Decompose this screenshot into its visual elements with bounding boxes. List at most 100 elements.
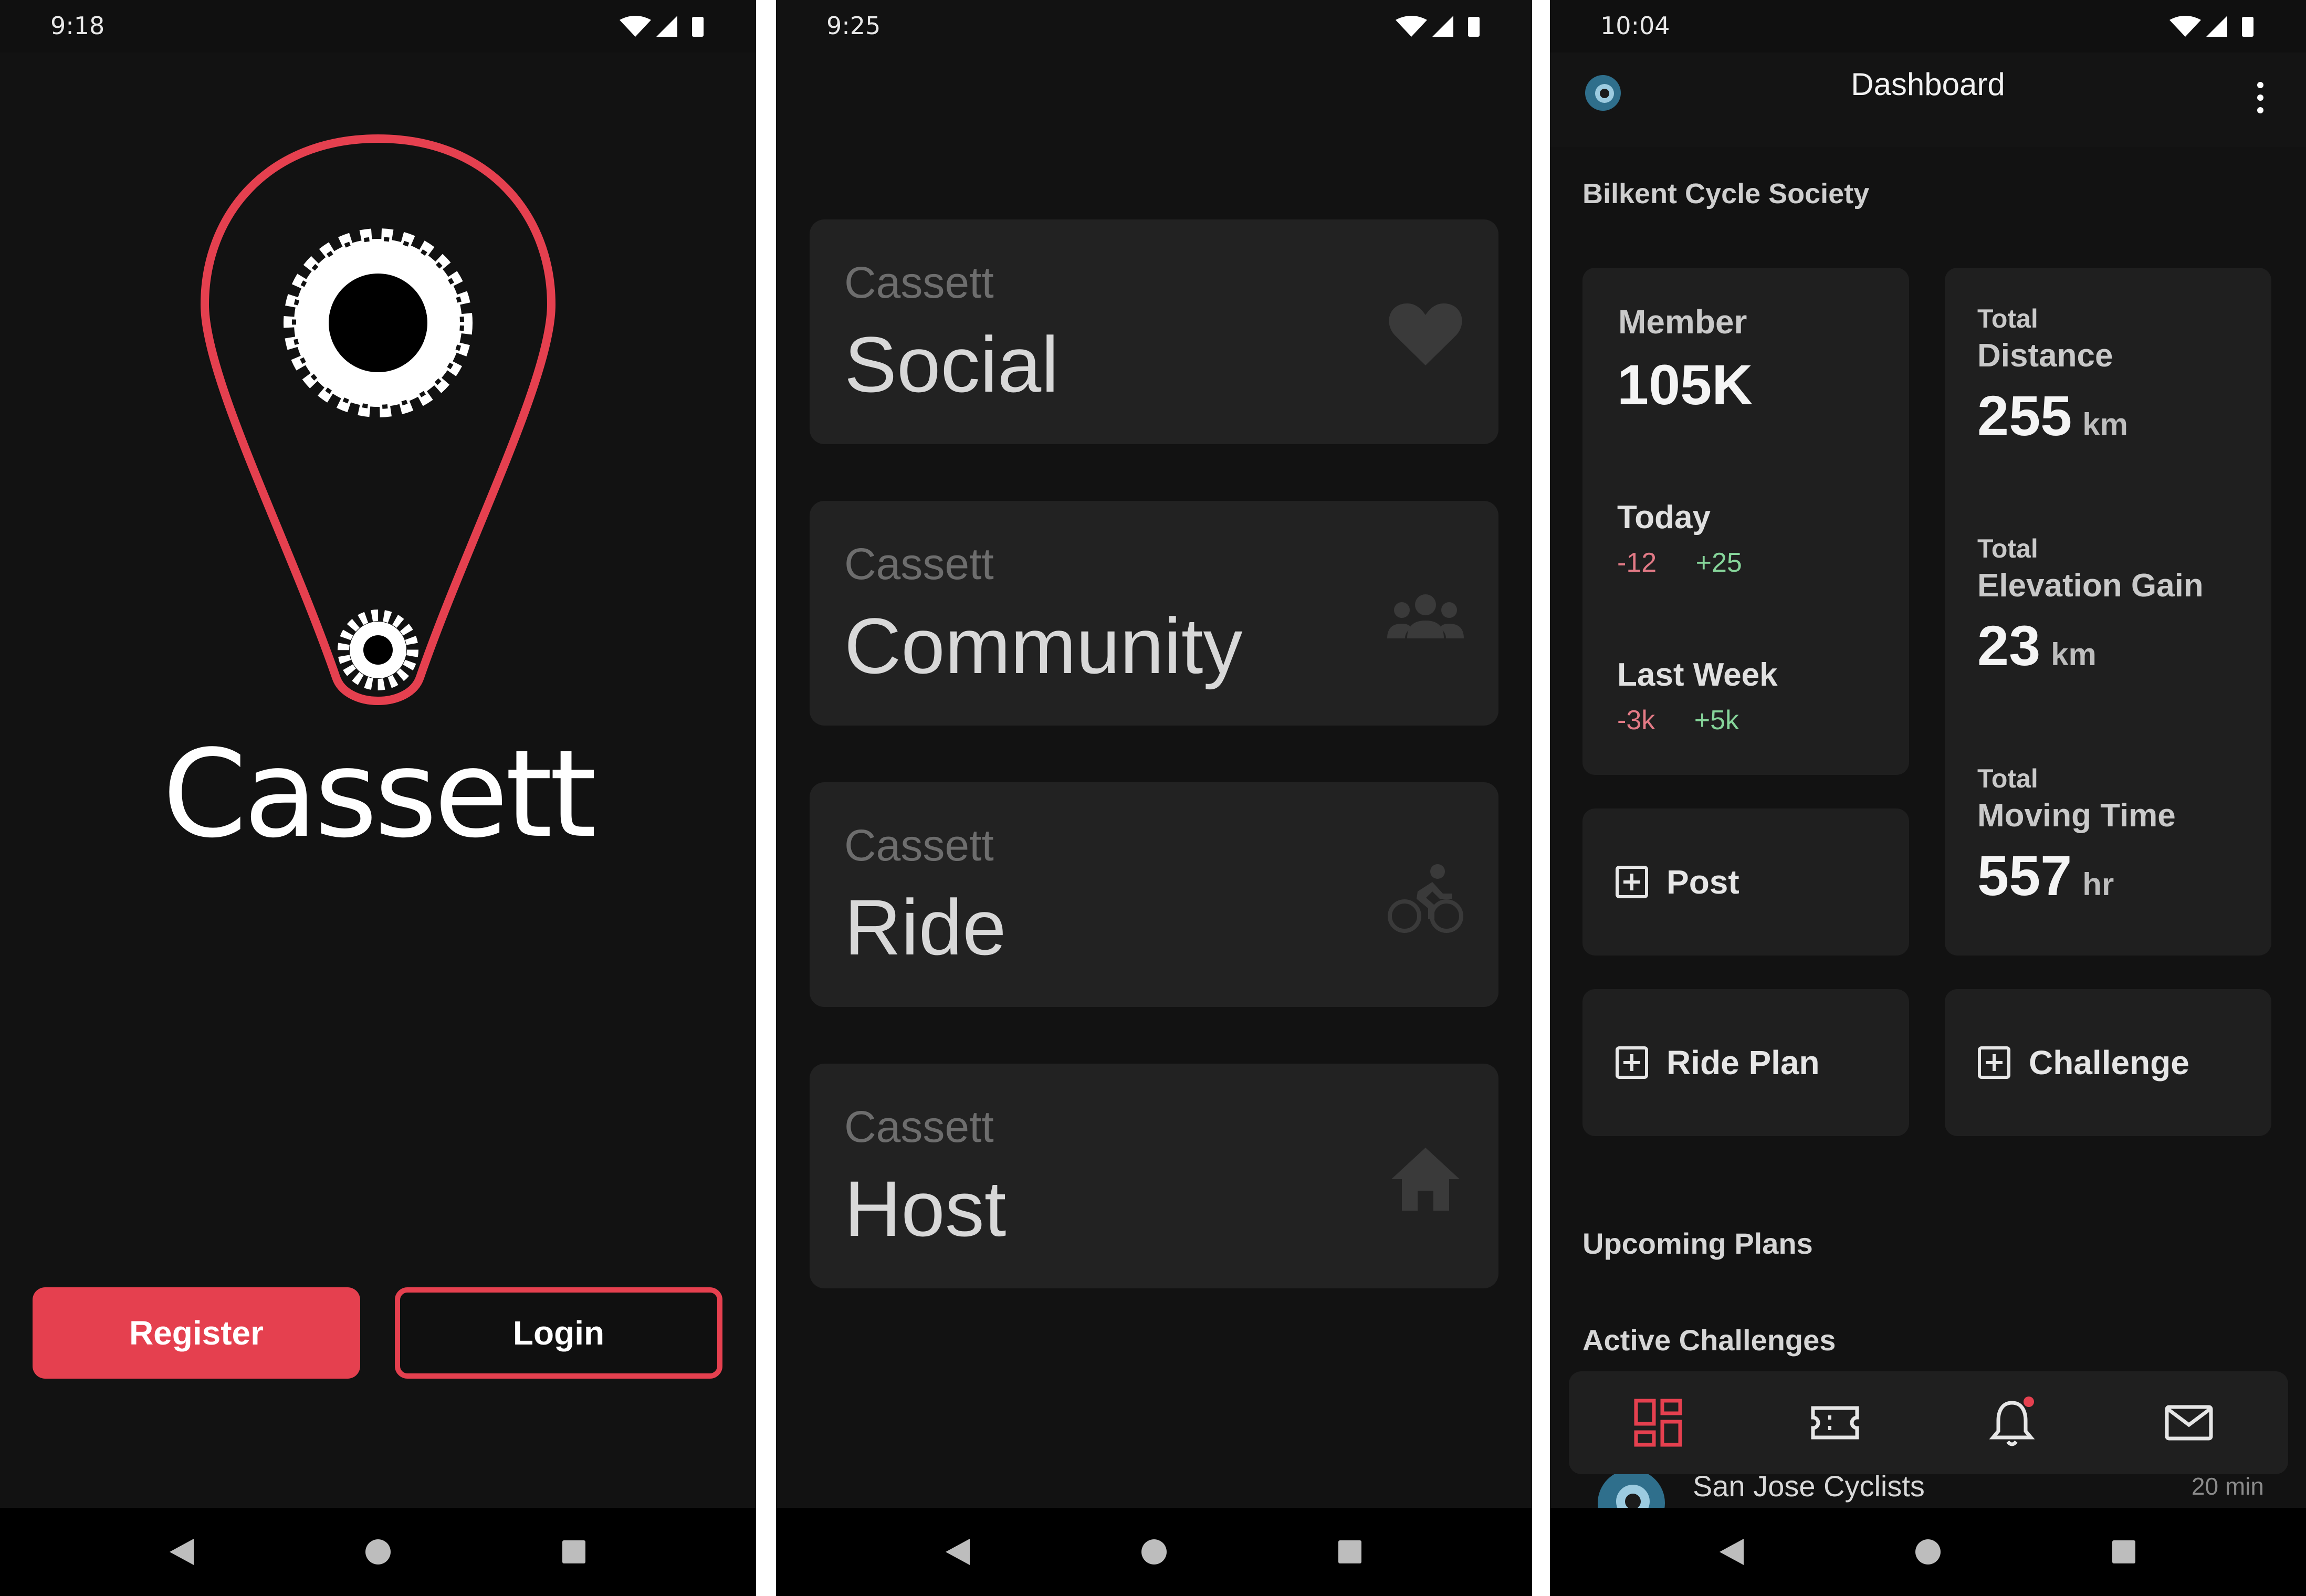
mode-card-ride[interactable]: Cassett Ride (810, 782, 1498, 1007)
stat-unit: km (2051, 637, 2097, 672)
mode-card-community[interactable]: Cassett Community (810, 501, 1498, 726)
card-title: Community (844, 602, 1243, 690)
post-button[interactable]: Post (1582, 808, 1909, 956)
login-screen: 9:18 Cassett Register Login (0, 0, 756, 1596)
ride-plan-label: Ride Plan (1666, 1044, 1820, 1082)
signal-icon (1432, 16, 1453, 37)
home-circle-icon[interactable] (1140, 1538, 1168, 1566)
status-icons (1396, 16, 1480, 37)
back-icon[interactable] (1718, 1538, 1745, 1566)
home-circle-icon[interactable] (1914, 1538, 1942, 1566)
notification-bell-icon[interactable] (1986, 1396, 2038, 1449)
cassett-logo (200, 134, 556, 705)
dashboard-icon[interactable] (1632, 1396, 1684, 1449)
ticket-icon[interactable] (1809, 1396, 1861, 1449)
stat-label: Elevation Gain (1977, 568, 2204, 604)
status-icons (2169, 16, 2253, 37)
last-week-label: Last Week (1617, 657, 1778, 693)
mode-select-screen: 9:25 Cassett Social Cassett Community Ca… (776, 0, 1532, 1596)
stat-unit: km (2082, 407, 2128, 442)
wifi-icon (2169, 16, 2201, 37)
list-item-time: 20 min (2191, 1473, 2264, 1500)
recents-icon[interactable] (2111, 1539, 2136, 1564)
stat-value: 23 (1977, 614, 2041, 677)
stat-prefix: Total (1977, 534, 2038, 563)
stat-value: 557 (1977, 844, 2072, 907)
dashboard-screen: 10:04 Dashboard Bilkent Cycle Society Me… (1550, 0, 2306, 1596)
app-bar: Dashboard (1550, 52, 2306, 147)
last-week-delta: -3k +5k (1617, 705, 1739, 736)
group-icon (1387, 594, 1464, 638)
register-button[interactable]: Register (33, 1287, 360, 1379)
post-button-content: Post (1615, 808, 1739, 956)
post-label: Post (1666, 863, 1739, 901)
card-prefix: Cassett (844, 258, 994, 307)
system-nav-bar (0, 1508, 756, 1596)
back-icon[interactable] (945, 1538, 971, 1566)
stat-prefix: Total (1977, 764, 2038, 793)
stat-label: Moving Time (1977, 797, 2176, 834)
today-neg: -12 (1617, 548, 1657, 578)
wifi-icon (1396, 16, 1427, 37)
card-prefix: Cassett (844, 821, 994, 870)
stats-card: Total Distance 255 km Total Elevation Gai… (1945, 268, 2271, 956)
status-time: 10:04 (1600, 12, 1670, 40)
member-card: Member 105K Today -12 +25 Last Week -3k … (1582, 268, 1909, 775)
battery-icon (2242, 17, 2253, 37)
battery-icon (1468, 17, 1480, 37)
active-challenges-heading: Active Challenges (1582, 1324, 1836, 1357)
battery-icon (692, 17, 704, 37)
home-circle-icon[interactable] (364, 1538, 392, 1566)
mode-card-social[interactable]: Cassett Social (810, 219, 1498, 444)
stat-label: Distance (1977, 338, 2113, 374)
brand-wordmark: Cassett (162, 724, 596, 865)
status-time: 9:18 (50, 12, 105, 40)
signal-icon (2206, 16, 2227, 37)
week-pos: +5k (1694, 705, 1739, 736)
card-prefix: Cassett (844, 539, 994, 589)
login-button[interactable]: Login (395, 1287, 722, 1379)
ride-plan-button-content: Ride Plan (1615, 989, 1820, 1136)
challenge-label: Challenge (2029, 1044, 2189, 1082)
add-square-icon (1616, 866, 1648, 898)
member-count: 105K (1617, 353, 1753, 416)
member-label: Member (1618, 303, 1747, 341)
more-options-icon[interactable] (2257, 81, 2264, 114)
challenge-button-content: Challenge (1977, 989, 2189, 1136)
card-prefix: Cassett (844, 1102, 994, 1151)
week-neg: -3k (1617, 705, 1655, 736)
mail-icon[interactable] (2163, 1396, 2215, 1449)
status-icons (620, 16, 704, 37)
status-time: 9:25 (826, 12, 881, 40)
stat-prefix: Total (1977, 304, 2038, 333)
home-icon (1391, 1148, 1460, 1211)
recents-icon[interactable] (1337, 1539, 1362, 1564)
cyclist-icon (1388, 864, 1463, 933)
status-bar: 9:25 (776, 0, 1532, 52)
mode-card-host[interactable]: Cassett Host (810, 1064, 1498, 1288)
system-nav-bar (776, 1508, 1532, 1596)
wifi-icon (620, 16, 651, 37)
bottom-nav (1569, 1371, 2288, 1474)
status-bar: 10:04 (1550, 0, 2306, 52)
challenge-button[interactable]: Challenge (1945, 989, 2271, 1136)
heart-icon (1389, 303, 1462, 365)
page-title: Dashboard (1851, 67, 2005, 102)
stat-value: 255 (1977, 384, 2072, 447)
back-icon[interactable] (169, 1538, 195, 1566)
stat-unit: hr (2082, 867, 2114, 902)
status-bar: 9:18 (0, 0, 756, 52)
ride-plan-button[interactable]: Ride Plan (1582, 989, 1909, 1136)
today-label: Today (1617, 499, 1711, 536)
card-title: Ride (844, 883, 1007, 971)
upcoming-plans-heading: Upcoming Plans (1582, 1227, 1813, 1260)
stat-distance: Total Distance 255 km (1977, 303, 2128, 448)
add-square-icon (1978, 1046, 2010, 1079)
stat-moving-time: Total Moving Time 557 hr (1977, 763, 2176, 908)
system-nav-bar (1550, 1508, 2306, 1596)
recents-icon[interactable] (561, 1539, 586, 1564)
today-pos: +25 (1695, 548, 1742, 578)
today-delta: -12 +25 (1617, 547, 1742, 579)
stat-elevation: Total Elevation Gain 23 km (1977, 533, 2204, 678)
add-square-icon (1616, 1046, 1648, 1079)
